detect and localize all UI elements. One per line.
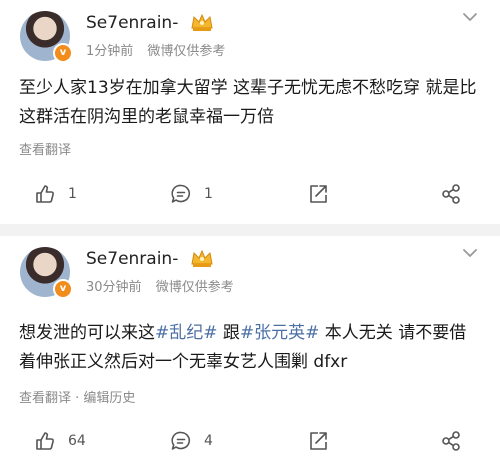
more-share-icon: [442, 184, 460, 204]
like-count: 1: [68, 186, 77, 202]
username[interactable]: Se7enrain-: [86, 13, 178, 33]
comment-button[interactable]: 1: [170, 179, 213, 209]
post-text: 至少人家13岁在加拿大留学 这辈子无忧无虑不愁吃穿 就是比这群活在阴沟里的老鼠幸…: [19, 78, 477, 127]
comment-count: 1: [204, 186, 213, 202]
chevron-down-icon[interactable]: [462, 12, 478, 22]
repost-button[interactable]: [307, 426, 329, 456]
avatar[interactable]: v: [20, 247, 73, 299]
post-source: 微博仅供参考: [147, 44, 226, 59]
post-content: 想发泄的可以来这#乱纪# 跟#张元英# 本人无关 请不要借着伸张正义然后对一个无…: [19, 319, 481, 377]
share-icon: [310, 185, 327, 203]
like-icon: [36, 432, 54, 450]
comment-count: 4: [204, 433, 213, 449]
more-share-icon: [442, 431, 460, 451]
like-button[interactable]: 1: [34, 179, 77, 209]
weibo-post: v Se7enrain- 30分钟前 微博仅供参考 想发泄的可以来这#乱纪# 跟…: [0, 236, 500, 457]
more-share-button[interactable]: [440, 426, 462, 456]
post-meta: 30分钟前 微博仅供参考: [86, 276, 244, 295]
weibo-post: v Se7enrain- 1分钟前 微博仅供参考 至少人家13岁在加拿大留学 这…: [0, 0, 500, 224]
share-icon: [310, 432, 327, 450]
comment-icon: [171, 184, 191, 203]
like-count: 64: [68, 433, 86, 449]
post-meta: 1分钟前 微博仅供参考: [86, 40, 235, 59]
comment-icon: [171, 431, 191, 450]
verified-badge: v: [53, 279, 73, 299]
translate-link[interactable]: 查看翻译: [19, 139, 71, 158]
post-source: 微博仅供参考: [155, 280, 234, 295]
comment-button[interactable]: 4: [170, 426, 213, 456]
chevron-down-icon[interactable]: [462, 248, 478, 258]
crown-icon: [191, 249, 213, 267]
post-text: 想发泄的可以来这: [19, 323, 155, 343]
post-separator: [0, 224, 500, 236]
like-button[interactable]: 64: [34, 426, 86, 456]
username[interactable]: Se7enrain-: [86, 249, 178, 269]
hashtag-link[interactable]: #张元英#: [240, 323, 320, 343]
repost-button[interactable]: [307, 179, 329, 209]
hashtag-link[interactable]: #乱纪#: [155, 323, 218, 343]
more-share-button[interactable]: [440, 179, 462, 209]
post-text: 跟: [217, 323, 240, 343]
post-time: 30分钟前: [86, 280, 142, 295]
verified-badge: v: [53, 43, 73, 63]
crown-icon: [191, 13, 213, 31]
action-bar: 64 4: [0, 426, 500, 456]
action-bar: 1 1: [0, 179, 500, 209]
avatar[interactable]: v: [20, 11, 73, 63]
post-content: 至少人家13岁在加拿大留学 这辈子无忧无虑不愁吃穿 就是比这群活在阴沟里的老鼠幸…: [19, 74, 481, 132]
post-time: 1分钟前: [86, 44, 134, 59]
like-icon: [36, 185, 54, 203]
translate-edit-history[interactable]: 查看翻译 · 编辑历史: [19, 387, 135, 406]
